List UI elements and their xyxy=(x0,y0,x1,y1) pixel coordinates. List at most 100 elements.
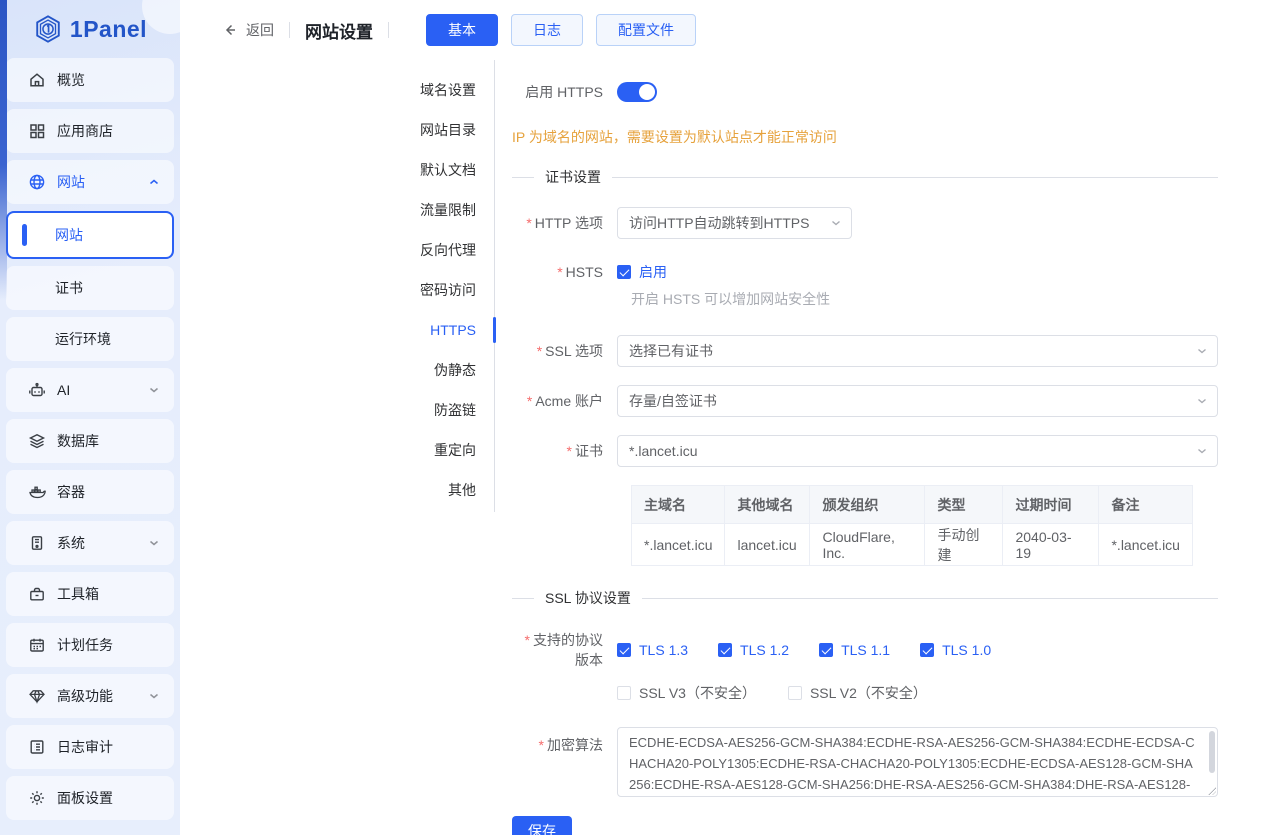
sidebar-item-cron[interactable]: 计划任务 xyxy=(6,623,174,667)
submenu-item-rewrite[interactable]: 伪静态 xyxy=(222,350,494,390)
tab-log[interactable]: 日志 xyxy=(511,14,583,46)
section-title-cert: 证书设置 xyxy=(545,167,601,187)
robot-icon xyxy=(28,381,46,399)
tls10-label: TLS 1.0 xyxy=(942,642,991,658)
hsts-help-text: 开启 HSTS 可以增加网站安全性 xyxy=(512,289,1218,309)
textarea-resize-handle[interactable] xyxy=(1207,786,1216,795)
checkbox-checked-icon xyxy=(617,265,631,279)
submenu-item-anti-leech[interactable]: 防盗链 xyxy=(222,390,494,430)
sslv3-label: SSL V3（不安全） xyxy=(639,683,756,703)
sidebar-subitem-runtime[interactable]: 运行环境 xyxy=(6,317,174,361)
textarea-scrollbar[interactable] xyxy=(1209,731,1215,773)
required-asterisk: * xyxy=(537,343,542,359)
sslv2-label: SSL V2（不安全） xyxy=(810,683,927,703)
cell-other-domains: lancet.icu xyxy=(725,524,810,566)
protocol-versions-label: *支持的协议版本 xyxy=(512,630,617,670)
ssl-option-select[interactable]: 选择已有证书 xyxy=(617,335,1218,367)
page-title: 网站设置 xyxy=(305,18,373,43)
sidebar-item-appstore[interactable]: 应用商店 xyxy=(6,109,174,153)
required-asterisk: * xyxy=(539,737,544,753)
sidebar-item-label: 日志审计 xyxy=(57,737,113,757)
cipher-label: *加密算法 xyxy=(512,727,617,755)
checkbox-checked-icon xyxy=(718,643,732,657)
sidebar-item-label: 面板设置 xyxy=(57,788,113,808)
certificate-value: *.lancet.icu xyxy=(629,443,697,459)
app-logo[interactable]: 1Panel xyxy=(0,0,180,58)
section-divider-ssl: SSL 协议设置 xyxy=(512,588,1218,608)
certificate-label: *证书 xyxy=(512,441,617,461)
required-asterisk: * xyxy=(527,393,532,409)
sidebar-item-label: 数据库 xyxy=(57,431,99,451)
submenu-item-rate-limit[interactable]: 流量限制 xyxy=(222,190,494,230)
http-option-label: *HTTP 选项 xyxy=(512,213,617,233)
chevron-down-icon xyxy=(830,217,842,229)
http-option-select[interactable]: 访问HTTP自动跳转到HTTPS xyxy=(617,207,852,239)
col-other-domains: 其他域名 xyxy=(725,486,810,524)
toolbox-icon xyxy=(28,585,46,603)
submenu-item-https[interactable]: HTTPS xyxy=(222,310,494,350)
back-button[interactable]: 返回 xyxy=(222,20,274,40)
sidebar-item-database[interactable]: 数据库 xyxy=(6,419,174,463)
database-icon xyxy=(28,432,46,450)
sidebar-item-toolbox[interactable]: 工具箱 xyxy=(6,572,174,616)
tls11-label: TLS 1.1 xyxy=(841,642,890,658)
sidebar-subitem-website[interactable]: 网站 xyxy=(6,211,174,259)
checkbox-unchecked-icon xyxy=(788,686,802,700)
tls12-checkbox[interactable]: TLS 1.2 xyxy=(718,642,789,658)
table-row: *.lancet.icu lancet.icu CloudFlare, Inc.… xyxy=(632,524,1193,566)
tab-basic[interactable]: 基本 xyxy=(426,14,498,46)
container-icon xyxy=(28,483,46,501)
submenu-item-redirect[interactable]: 重定向 xyxy=(222,430,494,470)
sidebar-subitem-certificate[interactable]: 证书 xyxy=(6,266,174,310)
hsts-checkbox[interactable]: 启用 xyxy=(617,262,1188,282)
settings-submenu: 域名设置 网站目录 默认文档 流量限制 反向代理 密码访问 HTTPS 伪静态 … xyxy=(222,60,495,512)
checkbox-checked-icon xyxy=(617,643,631,657)
sidebar-item-ai[interactable]: AI xyxy=(6,368,174,412)
submenu-item-default-doc[interactable]: 默认文档 xyxy=(222,150,494,190)
sidebar-item-website[interactable]: 网站 xyxy=(6,160,174,204)
sidebar-item-audit[interactable]: 日志审计 xyxy=(6,725,174,769)
section-title-ssl: SSL 协议设置 xyxy=(545,588,631,608)
cell-expiry: 2040-03-19 xyxy=(1003,524,1099,566)
sidebar-item-container[interactable]: 容器 xyxy=(6,470,174,514)
tls13-checkbox[interactable]: TLS 1.3 xyxy=(617,642,688,658)
sslv3-checkbox[interactable]: SSL V3（不安全） xyxy=(617,683,756,703)
sidebar-item-panel-settings[interactable]: 面板设置 xyxy=(6,776,174,820)
tls10-checkbox[interactable]: TLS 1.0 xyxy=(920,642,991,658)
sidebar-item-advanced[interactable]: 高级功能 xyxy=(6,674,174,718)
https-toggle-switch[interactable] xyxy=(617,82,657,102)
certificate-table: 主域名 其他域名 颁发组织 类型 过期时间 备注 *.lancet.icu la… xyxy=(631,485,1193,566)
tab-config-file[interactable]: 配置文件 xyxy=(596,14,696,46)
acme-account-value: 存量/自签证书 xyxy=(629,391,717,411)
sidebar-item-label: 工具箱 xyxy=(57,584,99,604)
submenu-item-reverse-proxy[interactable]: 反向代理 xyxy=(222,230,494,270)
submenu-item-site-dir[interactable]: 网站目录 xyxy=(222,110,494,150)
sslv2-checkbox[interactable]: SSL V2（不安全） xyxy=(788,683,927,703)
diamond-icon xyxy=(28,687,46,705)
sidebar-item-label: 网站 xyxy=(57,172,85,192)
chevron-down-icon xyxy=(148,690,160,702)
submenu-item-password-access[interactable]: 密码访问 xyxy=(222,270,494,310)
certificate-select[interactable]: *.lancet.icu xyxy=(617,435,1218,467)
required-asterisk: * xyxy=(526,215,531,231)
col-primary-domain: 主域名 xyxy=(632,486,725,524)
acme-account-select[interactable]: 存量/自签证书 xyxy=(617,385,1218,417)
chevron-down-icon xyxy=(1196,345,1208,357)
sidebar-subitem-label: 运行环境 xyxy=(55,329,111,349)
required-asterisk: * xyxy=(567,443,572,459)
https-toggle-label: 启用 HTTPS xyxy=(512,82,617,102)
hsts-label: *HSTS xyxy=(512,262,617,282)
tls11-checkbox[interactable]: TLS 1.1 xyxy=(819,642,890,658)
sidebar-subitem-label: 证书 xyxy=(55,278,83,298)
required-asterisk: * xyxy=(525,632,530,648)
cipher-textarea[interactable]: ECDHE-ECDSA-AES256-GCM-SHA384:ECDHE-RSA-… xyxy=(617,727,1218,797)
save-button[interactable]: 保存 xyxy=(512,816,572,835)
submenu-item-domain[interactable]: 域名设置 xyxy=(222,70,494,110)
page-header: 返回 网站设置 基本 日志 配置文件 xyxy=(180,0,1263,60)
sidebar-item-overview[interactable]: 概览 xyxy=(6,58,174,102)
submenu-item-other[interactable]: 其他 xyxy=(222,470,494,510)
col-remark: 备注 xyxy=(1099,486,1193,524)
sidebar-item-label: 高级功能 xyxy=(57,686,113,706)
sidebar-item-system[interactable]: 系统 xyxy=(6,521,174,565)
app-window: 1Panel 概览 应用商店 xyxy=(0,0,1263,835)
